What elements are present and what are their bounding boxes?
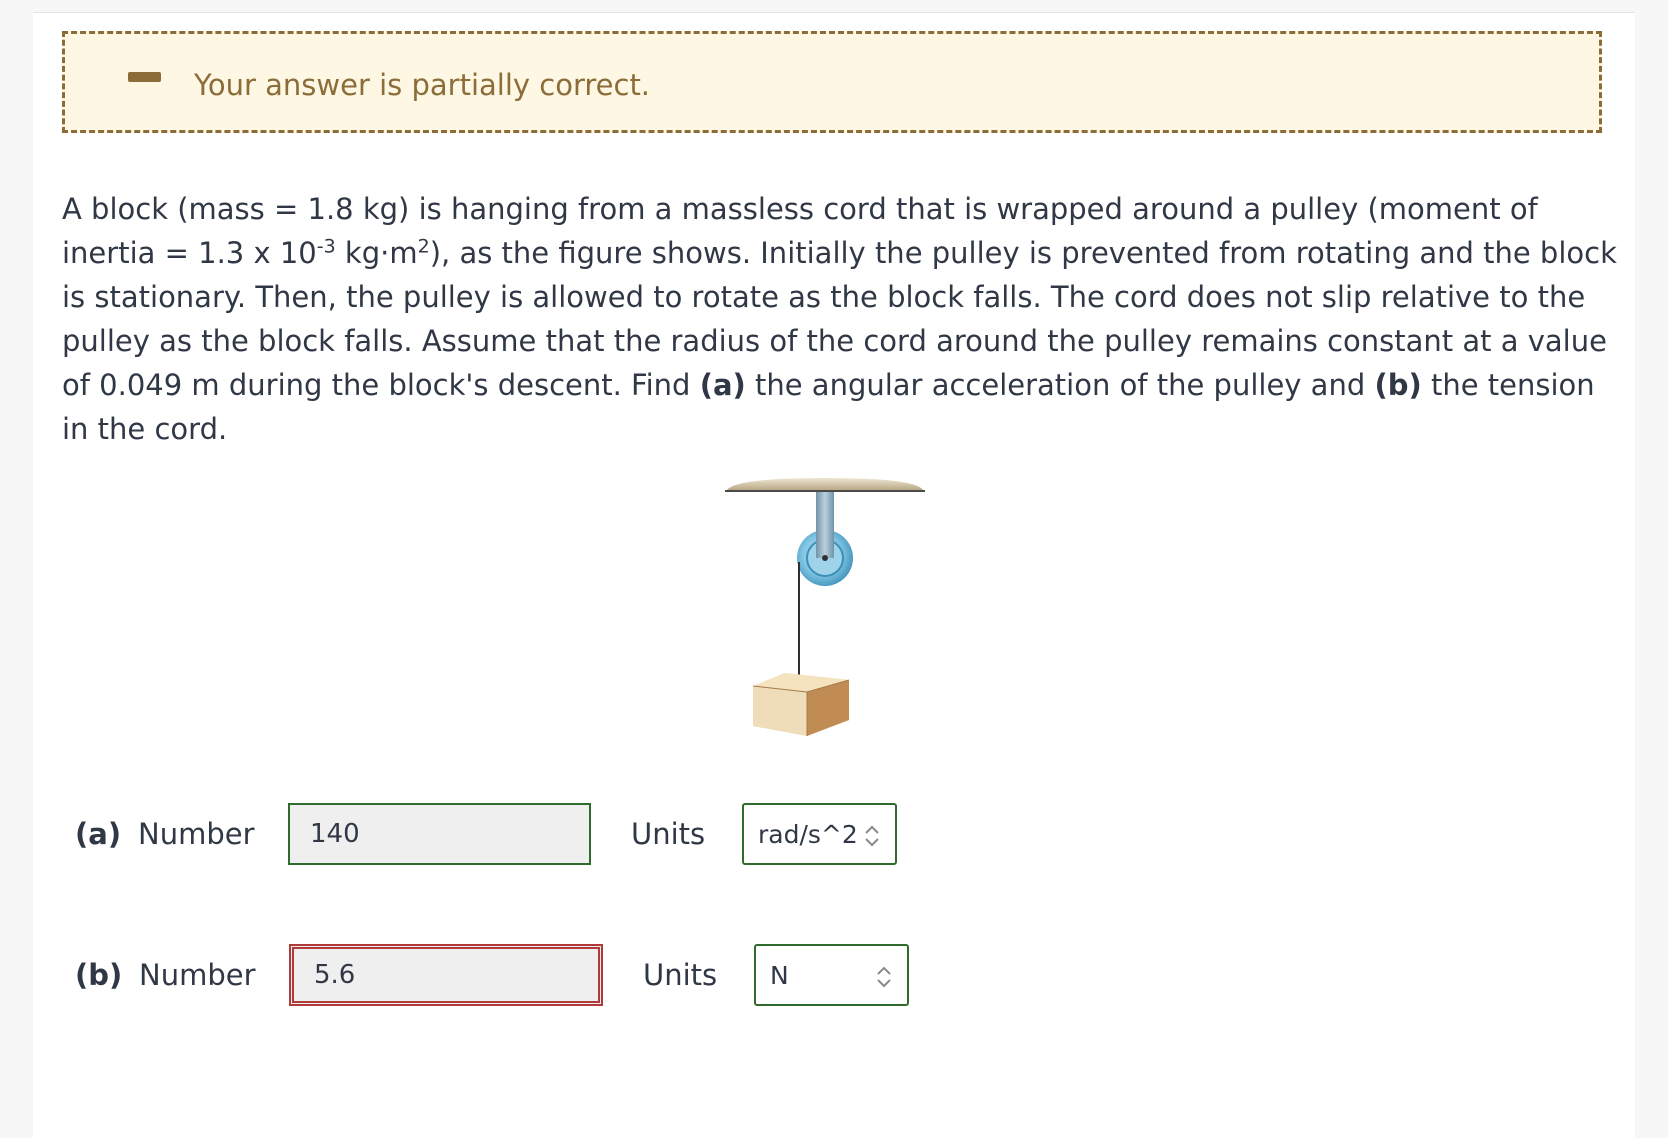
units-value-a: rad/s^2 <box>758 819 858 849</box>
units-select-b[interactable]: N <box>754 944 909 1006</box>
number-input-a[interactable]: 140 <box>288 803 591 865</box>
number-label-b: Number <box>139 958 256 992</box>
problem-part-a: (a) <box>699 368 746 402</box>
feedback-message: Your answer is partially correct. <box>194 68 651 102</box>
answer-row-a: (a) Number 140 Units rad/s^2 <box>33 803 933 869</box>
question-card: Your answer is partially correct. A bloc… <box>33 12 1635 1138</box>
pulley-figure <box>725 478 925 736</box>
number-input-b[interactable]: 5.6 <box>289 944 603 1006</box>
chevron-updown-icon <box>877 966 891 988</box>
units-label-a: Units <box>631 817 706 851</box>
units-label-b: Units <box>643 958 718 992</box>
minus-icon <box>128 72 161 82</box>
part-label-a: (a) <box>75 817 122 851</box>
problem-text-4: the angular acceleration of the pulley a… <box>745 368 1375 402</box>
units-value-b: N <box>770 960 789 990</box>
number-value-a: 140 <box>310 819 360 849</box>
number-label-a: Number <box>138 817 255 851</box>
ceiling <box>725 478 925 492</box>
problem-part-b: (b) <box>1374 368 1422 402</box>
problem-statement: A block (mass = 1.8 kg) is hanging from … <box>62 187 1622 451</box>
chevron-updown-icon <box>865 825 879 847</box>
units-select-a[interactable]: rad/s^2 <box>742 803 897 865</box>
problem-text-2: kg·m <box>335 236 418 270</box>
problem-exponent-1: -3 <box>316 235 336 258</box>
number-value-b: 5.6 <box>314 960 356 990</box>
pulley-wheel <box>797 528 853 586</box>
part-label-b: (b) <box>75 958 123 992</box>
feedback-banner: Your answer is partially correct. <box>62 31 1602 133</box>
problem-exponent-2: 2 <box>417 235 430 258</box>
hanging-block <box>752 673 850 736</box>
answer-row-b: (b) Number 5.6 Units N <box>33 944 933 1010</box>
